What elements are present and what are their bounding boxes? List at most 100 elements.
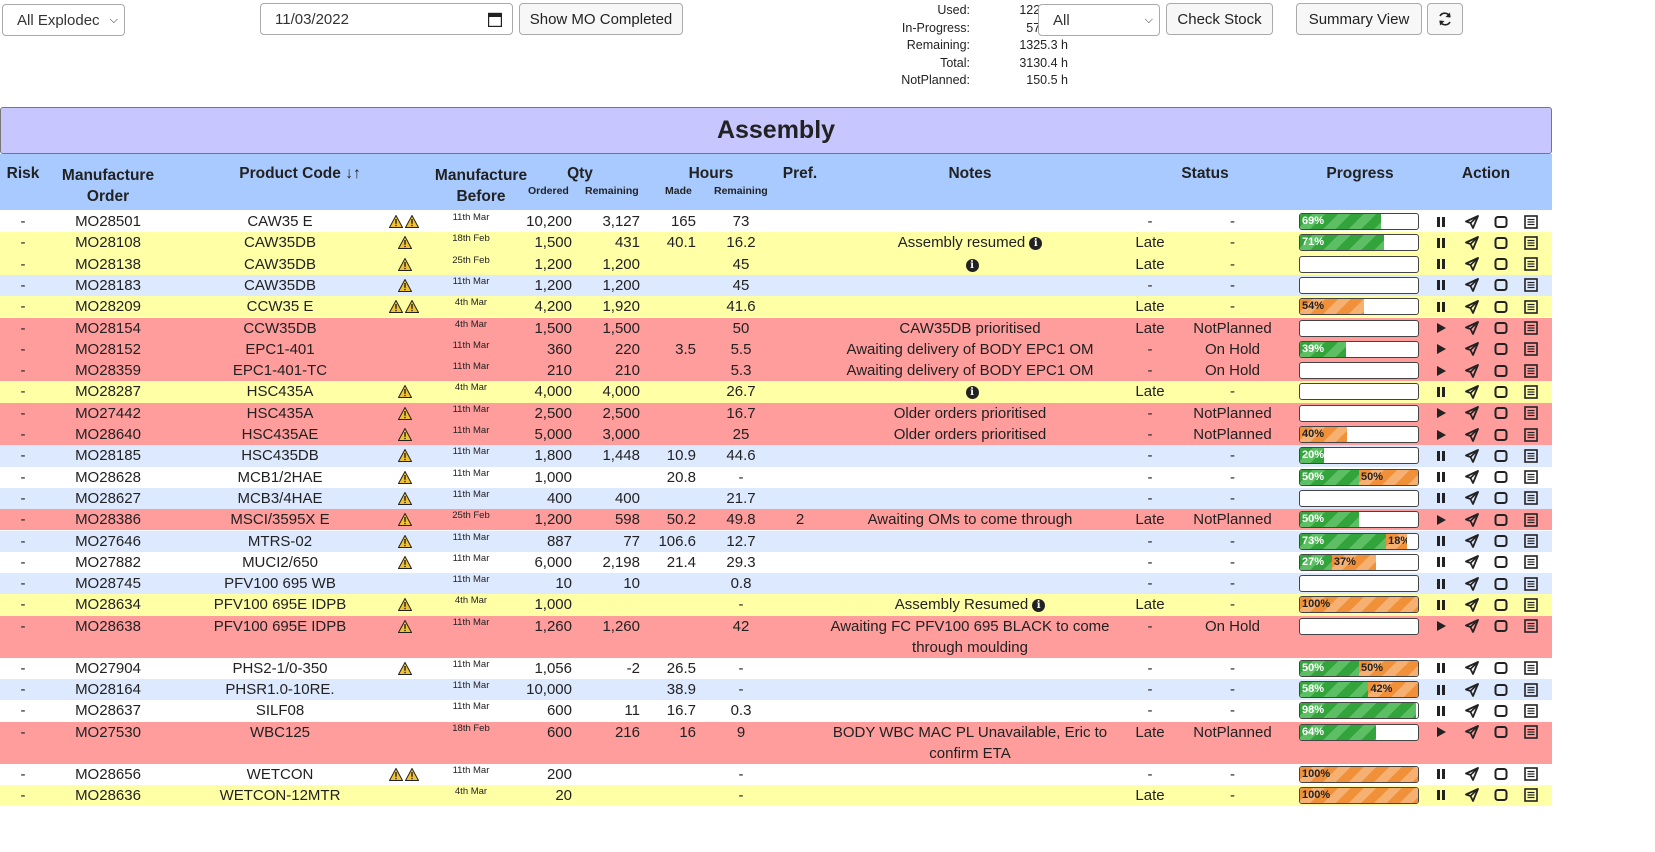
details-icon[interactable]	[1522, 467, 1540, 488]
pause-icon[interactable]	[1432, 679, 1450, 700]
stop-icon[interactable]	[1492, 232, 1510, 253]
pause-icon[interactable]	[1432, 254, 1450, 275]
explode-filter-select[interactable]: All Explodec ⌵	[2, 4, 125, 36]
details-icon[interactable]	[1522, 700, 1540, 721]
details-icon[interactable]	[1522, 232, 1540, 253]
stop-icon[interactable]	[1492, 700, 1510, 721]
send-icon[interactable]	[1463, 360, 1481, 381]
play-icon[interactable]	[1432, 509, 1450, 530]
manufacture-order-cell[interactable]: MO28627	[46, 488, 170, 509]
details-icon[interactable]	[1522, 339, 1540, 360]
stop-icon[interactable]	[1492, 552, 1510, 573]
info-icon[interactable]: i	[965, 258, 979, 272]
send-icon[interactable]	[1463, 467, 1481, 488]
details-icon[interactable]	[1522, 552, 1540, 573]
pause-icon[interactable]	[1432, 764, 1450, 785]
manufacture-order-cell[interactable]: MO28634	[46, 594, 170, 615]
stop-icon[interactable]	[1492, 211, 1510, 232]
manufacture-order-cell[interactable]: MO28154	[46, 318, 170, 339]
play-icon[interactable]	[1432, 616, 1450, 637]
send-icon[interactable]	[1463, 211, 1481, 232]
status-filter-select[interactable]: All ⌵	[1038, 4, 1160, 36]
details-icon[interactable]	[1522, 722, 1540, 743]
send-icon[interactable]	[1463, 254, 1481, 275]
info-icon[interactable]: i	[1032, 599, 1046, 613]
stop-icon[interactable]	[1492, 467, 1510, 488]
manufacture-order-cell[interactable]: MO28638	[46, 616, 170, 637]
details-icon[interactable]	[1522, 318, 1540, 339]
details-icon[interactable]	[1522, 296, 1540, 317]
stop-icon[interactable]	[1492, 339, 1510, 360]
details-icon[interactable]	[1522, 424, 1540, 445]
details-icon[interactable]	[1522, 360, 1540, 381]
stop-icon[interactable]	[1492, 616, 1510, 637]
manufacture-order-cell[interactable]: MO27530	[46, 722, 170, 743]
play-icon[interactable]	[1432, 360, 1450, 381]
details-icon[interactable]	[1522, 679, 1540, 700]
calendar-icon[interactable]	[488, 12, 502, 27]
send-icon[interactable]	[1463, 764, 1481, 785]
send-icon[interactable]	[1463, 594, 1481, 615]
send-icon[interactable]	[1463, 700, 1481, 721]
play-icon[interactable]	[1432, 424, 1450, 445]
stop-icon[interactable]	[1492, 764, 1510, 785]
details-icon[interactable]	[1522, 573, 1540, 594]
details-icon[interactable]	[1522, 381, 1540, 402]
pause-icon[interactable]	[1432, 296, 1450, 317]
info-icon[interactable]: i	[965, 386, 979, 400]
pause-icon[interactable]	[1432, 467, 1450, 488]
play-icon[interactable]	[1432, 722, 1450, 743]
pause-icon[interactable]	[1432, 785, 1450, 806]
send-icon[interactable]	[1463, 658, 1481, 679]
pause-icon[interactable]	[1432, 381, 1450, 402]
pause-icon[interactable]	[1432, 488, 1450, 509]
manufacture-order-cell[interactable]: MO28656	[46, 764, 170, 785]
details-icon[interactable]	[1522, 764, 1540, 785]
manufacture-order-cell[interactable]: MO28183	[46, 275, 170, 296]
stop-icon[interactable]	[1492, 679, 1510, 700]
manufacture-order-cell[interactable]: MO28164	[46, 679, 170, 700]
stop-icon[interactable]	[1492, 488, 1510, 509]
manufacture-order-cell[interactable]: MO28745	[46, 573, 170, 594]
details-icon[interactable]	[1522, 445, 1540, 466]
send-icon[interactable]	[1463, 445, 1481, 466]
stop-icon[interactable]	[1492, 403, 1510, 424]
pause-icon[interactable]	[1432, 658, 1450, 679]
manufacture-order-cell[interactable]: MO28640	[46, 424, 170, 445]
send-icon[interactable]	[1463, 488, 1481, 509]
send-icon[interactable]	[1463, 722, 1481, 743]
send-icon[interactable]	[1463, 424, 1481, 445]
send-icon[interactable]	[1463, 275, 1481, 296]
header-product-code[interactable]: Product Code ↓↑	[200, 165, 400, 183]
play-icon[interactable]	[1432, 339, 1450, 360]
manufacture-order-cell[interactable]: MO28628	[46, 467, 170, 488]
manufacture-order-cell[interactable]: MO28185	[46, 445, 170, 466]
send-icon[interactable]	[1463, 531, 1481, 552]
pause-icon[interactable]	[1432, 211, 1450, 232]
stop-icon[interactable]	[1492, 785, 1510, 806]
details-icon[interactable]	[1522, 509, 1540, 530]
pause-icon[interactable]	[1432, 445, 1450, 466]
stop-icon[interactable]	[1492, 318, 1510, 339]
stop-icon[interactable]	[1492, 445, 1510, 466]
send-icon[interactable]	[1463, 785, 1481, 806]
manufacture-order-cell[interactable]: MO28386	[46, 509, 170, 530]
manufacture-order-cell[interactable]: MO27646	[46, 531, 170, 552]
pause-icon[interactable]	[1432, 232, 1450, 253]
details-icon[interactable]	[1522, 531, 1540, 552]
manufacture-order-cell[interactable]: MO27442	[46, 403, 170, 424]
stop-icon[interactable]	[1492, 275, 1510, 296]
play-icon[interactable]	[1432, 318, 1450, 339]
pause-icon[interactable]	[1432, 275, 1450, 296]
refresh-button[interactable]	[1427, 3, 1463, 35]
details-icon[interactable]	[1522, 616, 1540, 637]
manufacture-order-cell[interactable]: MO27882	[46, 552, 170, 573]
send-icon[interactable]	[1463, 616, 1481, 637]
manufacture-order-cell[interactable]: MO28152	[46, 339, 170, 360]
stop-icon[interactable]	[1492, 722, 1510, 743]
play-icon[interactable]	[1432, 403, 1450, 424]
manufacture-order-cell[interactable]: MO28359	[46, 360, 170, 381]
date-input[interactable]: 11/03/2022	[260, 3, 513, 35]
stop-icon[interactable]	[1492, 296, 1510, 317]
details-icon[interactable]	[1522, 275, 1540, 296]
